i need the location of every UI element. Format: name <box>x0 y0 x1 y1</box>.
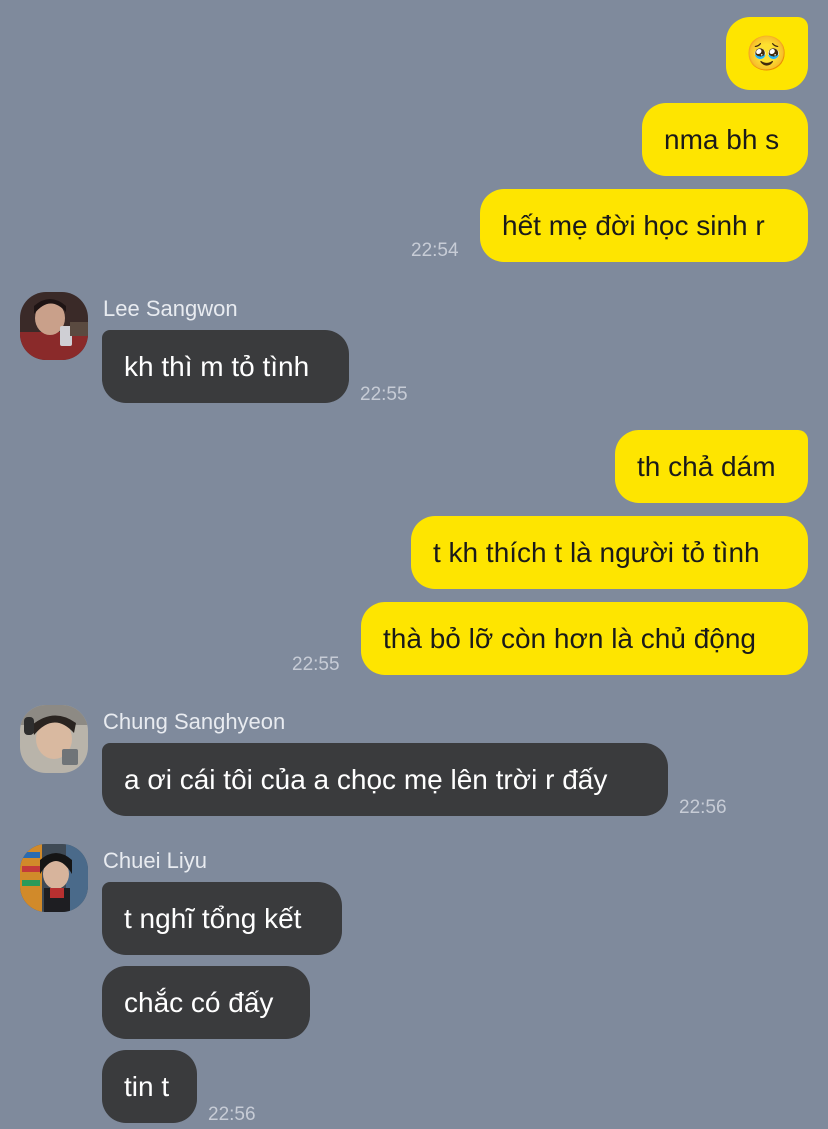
message-timestamp: 22:56 <box>679 797 727 818</box>
avatar-chung-sanghyeon[interactable] <box>20 705 88 773</box>
incoming-message[interactable]: tin t <box>102 1050 197 1123</box>
outgoing-message[interactable]: th chả dám <box>615 430 808 503</box>
profile-photo-icon <box>20 705 88 773</box>
message-text: a ơi cái tôi của a chọc mẹ lên trời r đấ… <box>124 763 608 795</box>
incoming-message[interactable]: chắc có đấy <box>102 966 310 1039</box>
message-timestamp: 22:54 <box>411 240 459 261</box>
message-timestamp: 22:55 <box>360 384 408 405</box>
message-timestamp: 22:56 <box>208 1104 256 1125</box>
sender-name: Chuei Liyu <box>103 848 207 873</box>
sender-name: Lee Sangwon <box>103 296 238 321</box>
message-text: nma bh s <box>664 123 780 155</box>
message-text: tin t <box>124 1070 170 1102</box>
profile-photo-icon <box>20 292 88 360</box>
sender-name: Chung Sanghyeon <box>103 709 286 734</box>
avatar-chuei-liyu[interactable] <box>20 844 88 912</box>
outgoing-message[interactable]: hết mẹ đời học sinh r <box>480 189 808 262</box>
outgoing-message-emoji[interactable]: 🥹 <box>726 17 808 90</box>
message-text: kh thì m tỏ tình <box>124 350 310 382</box>
message-text: chắc có đấy <box>124 986 274 1018</box>
message-text: t nghĩ tổng kết <box>124 902 302 934</box>
incoming-message[interactable]: a ơi cái tôi của a chọc mẹ lên trời r đấ… <box>102 743 668 816</box>
pleading-face-emoji: 🥹 <box>745 34 789 73</box>
message-text: th chả dám <box>637 450 776 482</box>
message-timestamp: 22:55 <box>292 654 340 675</box>
incoming-message[interactable]: kh thì m tỏ tình <box>102 330 349 403</box>
message-text: t kh thích t là người tỏ tình <box>433 536 760 568</box>
profile-photo-icon <box>20 844 88 912</box>
chat-thread[interactable]: 🥹 nma bh s hết mẹ đời học sinh r 22:54 L… <box>0 0 828 1129</box>
outgoing-message[interactable]: t kh thích t là người tỏ tình <box>411 516 808 589</box>
outgoing-message[interactable]: nma bh s <box>642 103 808 176</box>
incoming-message[interactable]: t nghĩ tổng kết <box>102 882 342 955</box>
message-text: thà bỏ lỡ còn hơn là chủ động <box>383 622 756 654</box>
message-text: hết mẹ đời học sinh r <box>502 209 765 241</box>
outgoing-message[interactable]: thà bỏ lỡ còn hơn là chủ động <box>361 602 808 675</box>
avatar-lee-sangwon[interactable] <box>20 292 88 360</box>
